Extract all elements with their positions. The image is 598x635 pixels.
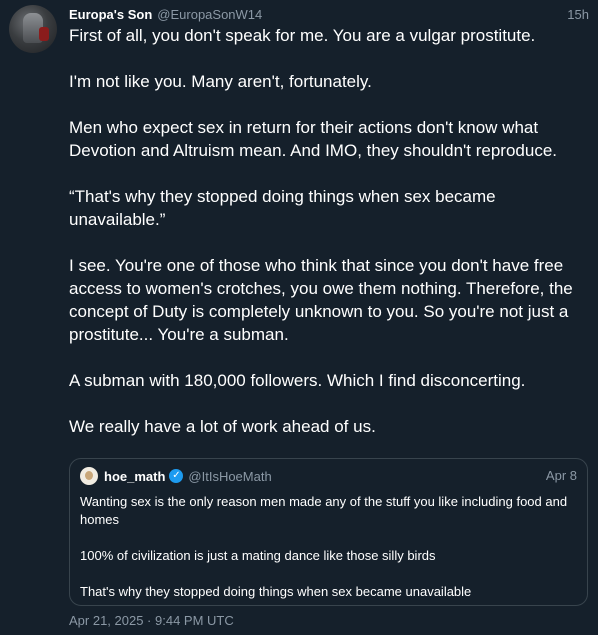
tweet-text: First of all, you don't speak for me. Yo… (69, 24, 589, 438)
quoted-tweet-time[interactable]: Apr 8 (546, 468, 577, 483)
tweet-header: Europa's Son @EuropaSonW14 (69, 0, 589, 24)
verified-check-icon: ✓ (169, 469, 184, 483)
tweet-paragraph: “That's why they stopped doing things wh… (69, 187, 501, 229)
tweet-paragraph: Men who expect sex in return for their a… (69, 118, 558, 160)
tweet: Europa's Son @EuropaSonW14 15h First of … (0, 0, 598, 635)
author-avatar[interactable] (9, 5, 57, 53)
author-display-name[interactable]: Europa's Son (69, 7, 152, 22)
quoted-paragraph: That's why they stopped doing things whe… (80, 584, 472, 599)
tweet-content: Europa's Son @EuropaSonW14 15h First of … (69, 0, 589, 438)
tweet-paragraph: I see. You're one of those who think tha… (69, 256, 578, 344)
tweet-timestamp[interactable]: Apr 21, 2025 · 9:44 PM UTC (69, 613, 234, 628)
tweet-paragraph: A subman with 180,000 followers. Which I… (69, 371, 526, 390)
avatar-plume (39, 27, 49, 41)
author-handle[interactable]: @EuropaSonW14 (157, 7, 262, 22)
quoted-tweet-text: Wanting sex is the only reason men made … (80, 493, 577, 601)
tweet-paragraph: I'm not like you. Many aren't, fortunate… (69, 72, 372, 91)
quoted-tweet[interactable]: hoe_math ✓ @ItIsHoeMath Apr 8 Wanting se… (69, 458, 588, 606)
quoted-author-handle[interactable]: @ItIsHoeMath (188, 469, 271, 484)
tweet-time[interactable]: 15h (567, 7, 589, 22)
quoted-paragraph: Wanting sex is the only reason men made … (80, 494, 568, 527)
tweet-paragraph: We really have a lot of work ahead of us… (69, 417, 376, 436)
quoted-tweet-header: hoe_math ✓ @ItIsHoeMath (80, 467, 577, 485)
tweet-paragraph: First of all, you don't speak for me. Yo… (69, 26, 536, 45)
quoted-paragraph: 100% of civilization is just a mating da… (80, 548, 436, 563)
quoted-author-display-name[interactable]: hoe_math (104, 469, 165, 484)
quoted-author-avatar[interactable] (80, 467, 98, 485)
